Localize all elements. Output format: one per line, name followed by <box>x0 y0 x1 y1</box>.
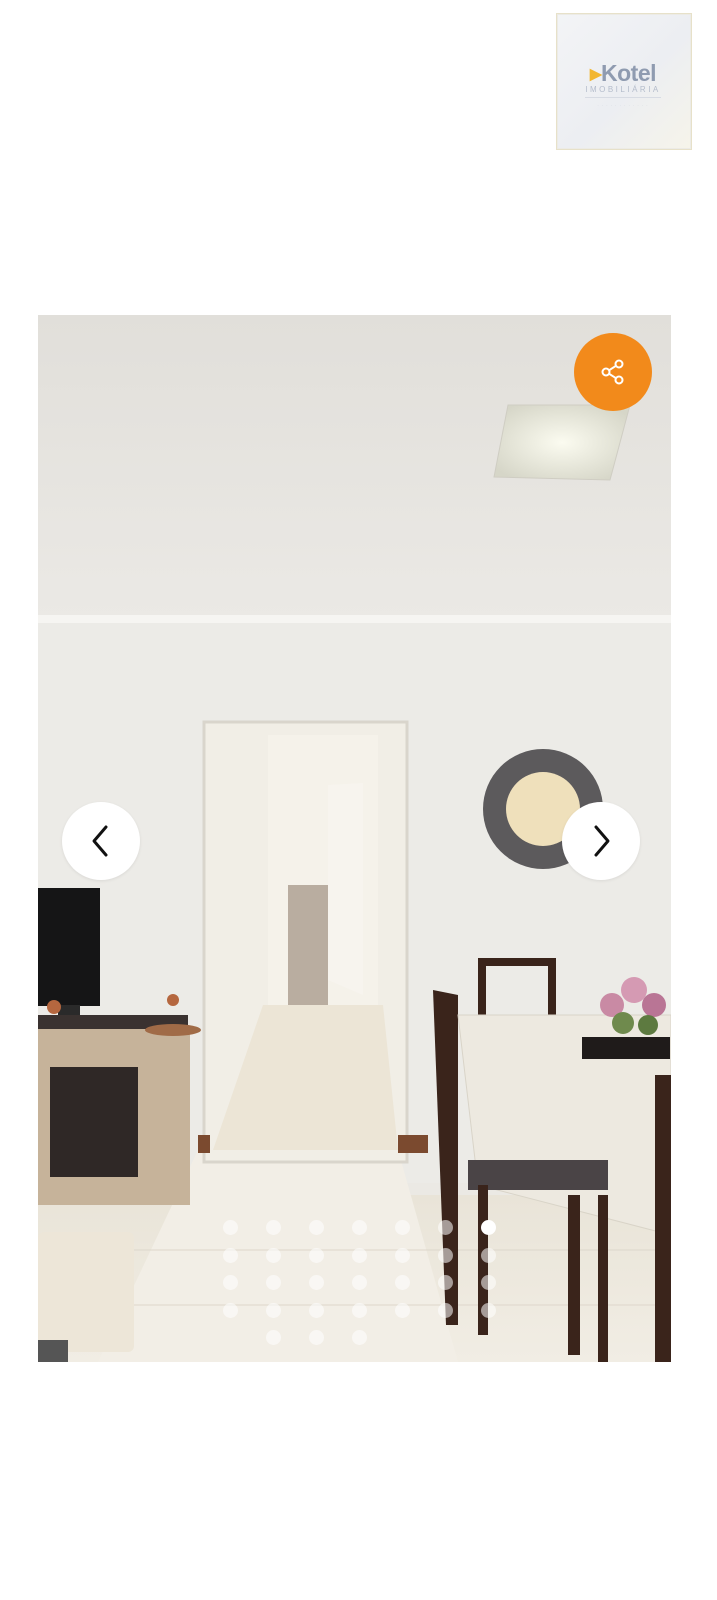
share-icon <box>601 359 624 385</box>
logo-divider <box>585 97 661 98</box>
pagination-dot[interactable] <box>352 1275 367 1290</box>
pagination-dot[interactable] <box>309 1247 324 1263</box>
photo-gallery[interactable] <box>38 315 671 1362</box>
logo-mark: ▸Kotel IMOBILIÁRIA · · · · · · · · · · ·… <box>579 62 667 108</box>
pagination-dot[interactable] <box>395 1275 410 1290</box>
pagination-dot[interactable] <box>352 1330 367 1345</box>
pagination-dot[interactable] <box>395 1220 410 1235</box>
chevron-right-icon <box>594 825 610 857</box>
pagination-dot[interactable] <box>352 1220 367 1235</box>
pagination-dot[interactable] <box>309 1220 324 1235</box>
pagination-dot[interactable] <box>481 1220 496 1235</box>
pagination-dot[interactable] <box>438 1302 453 1318</box>
share-button[interactable] <box>574 333 652 411</box>
pagination-dot[interactable] <box>481 1275 496 1290</box>
pagination-dot[interactable] <box>481 1302 496 1318</box>
pagination-dot[interactable] <box>309 1302 324 1318</box>
pagination-dot[interactable] <box>223 1302 238 1318</box>
pagination-dot[interactable] <box>438 1220 453 1235</box>
next-photo-button[interactable] <box>562 802 640 880</box>
logo-fine-print: · · · · · · · · · · · · <box>597 103 649 108</box>
pagination-dot[interactable] <box>266 1275 281 1290</box>
pagination-dot[interactable] <box>395 1247 410 1263</box>
logo-brand-name: ▸Kotel <box>589 60 657 86</box>
logo-subtitle: IMOBILIÁRIA <box>585 85 661 94</box>
chevron-left-icon <box>92 825 108 857</box>
pagination-dot[interactable] <box>266 1302 281 1318</box>
pagination-dot[interactable] <box>438 1275 453 1290</box>
pagination-dot[interactable] <box>395 1302 410 1318</box>
pagination-dot[interactable] <box>352 1302 367 1318</box>
pagination-dot[interactable] <box>266 1220 281 1235</box>
pagination-dot[interactable] <box>481 1247 496 1263</box>
pagination-dot[interactable] <box>352 1247 367 1263</box>
company-logo: ▸Kotel IMOBILIÁRIA · · · · · · · · · · ·… <box>556 13 692 150</box>
pagination-dot[interactable] <box>438 1247 453 1263</box>
pagination-dot[interactable] <box>223 1220 238 1235</box>
pagination-dot[interactable] <box>266 1330 281 1345</box>
pagination-dot[interactable] <box>223 1247 238 1263</box>
pagination-dot[interactable] <box>266 1247 281 1263</box>
pagination-dot[interactable] <box>309 1275 324 1290</box>
previous-photo-button[interactable] <box>62 802 140 880</box>
pagination-dot[interactable] <box>309 1330 324 1345</box>
pagination-dot[interactable] <box>223 1275 238 1290</box>
